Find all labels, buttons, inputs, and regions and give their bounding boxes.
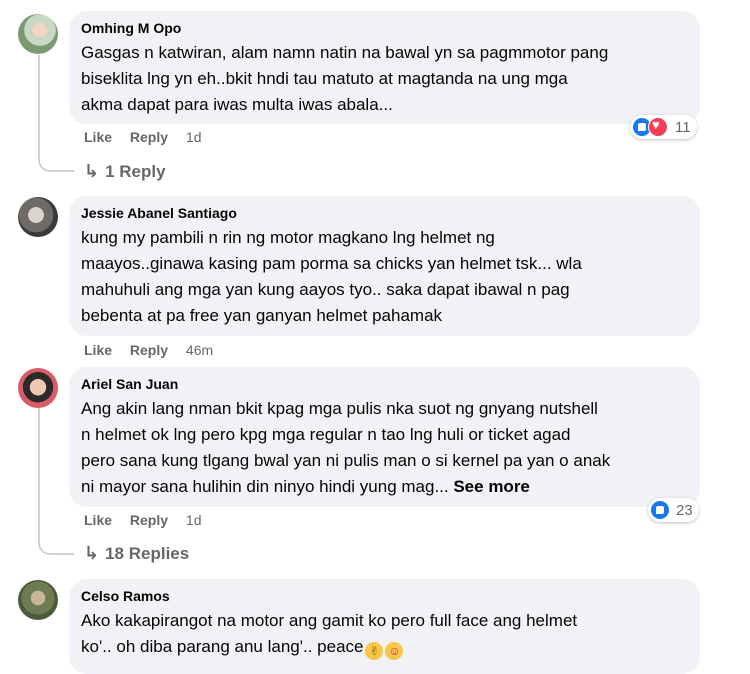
comment-timestamp[interactable]: 1d [186, 512, 202, 528]
comment-timestamp[interactable]: 1d [186, 129, 202, 145]
comment-line-last: ko'.. oh diba parang anu lang'.. peace ✌ ☺ [81, 634, 688, 660]
reaction-summary[interactable]: 23 [648, 498, 699, 522]
view-replies-button[interactable]: ↳ 1 Reply [84, 160, 166, 183]
comment-actions: Like Reply 1d [84, 128, 216, 146]
reaction-count: 11 [675, 118, 691, 136]
reaction-count: 23 [676, 501, 693, 519]
comment-author[interactable]: Jessie Abanel Santiago [81, 204, 688, 222]
avatar[interactable] [18, 14, 58, 54]
rofl-emoji: ☺ [385, 642, 404, 660]
comment-line: mahuhuli ang mga yan kung aayos tyo.. sa… [81, 280, 570, 299]
comment-line: kung my pambili n rin ng motor magkano l… [81, 228, 495, 247]
see-more-link[interactable]: See more [453, 477, 530, 496]
comment-bubble: Omhing M Opo Gasgas n katwiran, alam nam… [69, 11, 700, 124]
replies-label[interactable]: 18 Replies [105, 544, 189, 563]
comment-bubble: Ariel San Juan Ang akin lang nman bkit k… [69, 367, 700, 507]
comment-line: ni mayor sana hulihin din ninyo hindi yu… [81, 477, 449, 496]
comment-line: n helmet ok lng pero kpg mga regular n t… [81, 425, 571, 444]
victory-hand-emoji: ✌ [365, 642, 384, 660]
avatar[interactable] [18, 580, 58, 620]
comment-timestamp[interactable]: 46m [186, 342, 213, 358]
avatar[interactable] [18, 197, 58, 237]
love-icon [648, 117, 668, 137]
like-button[interactable]: Like [84, 129, 112, 145]
comment-bubble: Celso Ramos Ako kakapirangot na motor an… [69, 579, 700, 674]
comment-line: Gasgas n katwiran, alam namn natin na ba… [81, 43, 609, 62]
comment-actions: Like Reply 1d [84, 511, 216, 529]
reply-button[interactable]: Reply [130, 512, 168, 528]
comment-line: Ako kakapirangot na motor ang gamit ko p… [81, 611, 578, 630]
comment-actions: Like Reply 46m [84, 341, 227, 359]
reply-arrow-icon: ↳ [84, 543, 100, 563]
comment-line: bebenta at pa free yan ganyan helmet pah… [81, 306, 443, 325]
comment-author[interactable]: Ariel San Juan [81, 375, 688, 393]
replies-label[interactable]: 1 Reply [105, 162, 165, 181]
comment-line: maayos..ginawa kasing pam porma sa chick… [81, 254, 582, 273]
comment-author[interactable]: Omhing M Opo [81, 19, 688, 37]
comment-bubble: Jessie Abanel Santiago kung my pambili n… [69, 196, 700, 336]
like-icon [651, 501, 669, 519]
comment-author[interactable]: Celso Ramos [81, 587, 688, 605]
reply-button[interactable]: Reply [130, 342, 168, 358]
comment-line: pero sana kung tlgang bwal yan ni pulis … [81, 451, 611, 470]
comment-line-last: ni mayor sana hulihin din ninyo hindi yu… [81, 474, 688, 500]
like-button[interactable]: Like [84, 342, 112, 358]
comment-line: ko'.. oh diba parang anu lang'.. peace [81, 637, 364, 656]
reply-button[interactable]: Reply [130, 129, 168, 145]
view-replies-button[interactable]: ↳ 18 Replies [84, 542, 189, 565]
comment-line: Ang akin lang nman bkit kpag mga pulis n… [81, 399, 598, 418]
comment-line: akma dapat para iwas multa iwas abala... [81, 95, 393, 114]
comment-line: biseklita lng yn eh..bkit hndi tau matut… [81, 69, 568, 88]
reply-arrow-icon: ↳ [84, 161, 100, 181]
like-button[interactable]: Like [84, 512, 112, 528]
reaction-summary[interactable]: 11 [630, 115, 697, 139]
avatar[interactable] [18, 368, 58, 408]
